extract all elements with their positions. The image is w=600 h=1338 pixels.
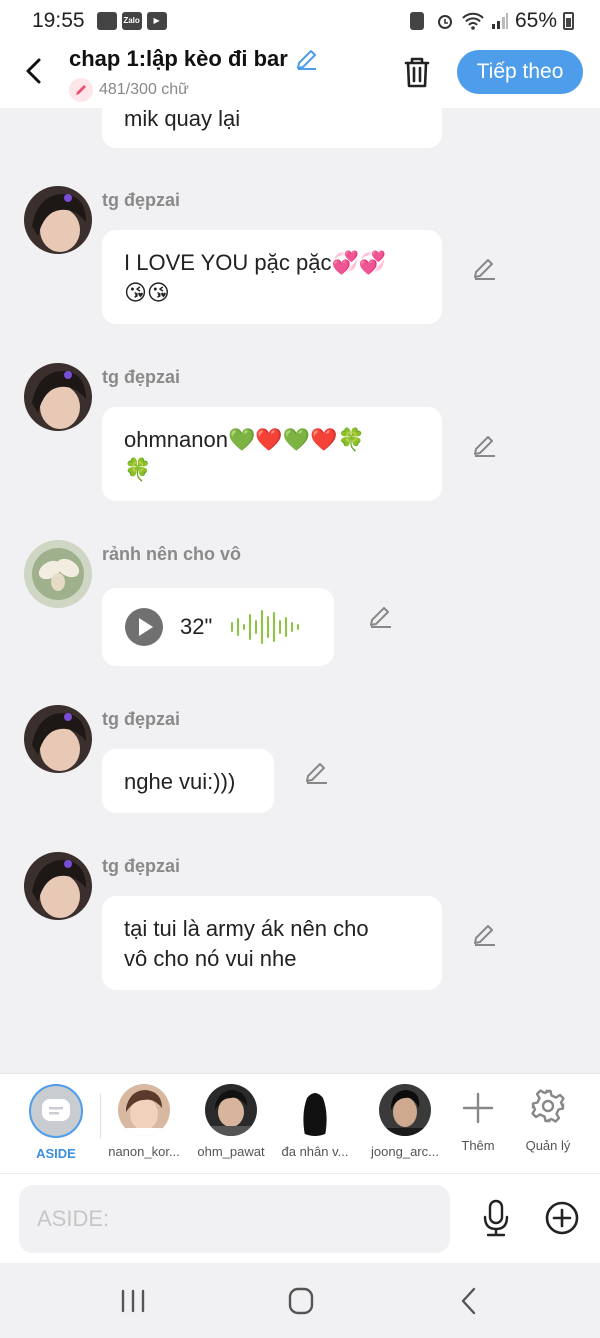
battery-icon bbox=[563, 12, 574, 30]
manage-label: Quản lý bbox=[525, 1138, 571, 1153]
character-label: ASIDE bbox=[36, 1146, 76, 1161]
back-icon[interactable] bbox=[450, 1285, 490, 1317]
audio-duration: 32" bbox=[180, 614, 213, 639]
avatar[interactable] bbox=[24, 186, 92, 254]
avatar[interactable] bbox=[24, 705, 92, 773]
add-circle-icon[interactable] bbox=[544, 1200, 580, 1236]
sender-name: tg đẹpzai bbox=[102, 190, 181, 210]
message-bubble[interactable]: tại tui là army ák nên cho vô cho nó vui… bbox=[102, 896, 442, 990]
character-da-nhan-vat[interactable]: đa nhân v... bbox=[270, 1084, 360, 1159]
avatar[interactable] bbox=[24, 540, 92, 608]
message-bubble[interactable]: nghe vui:))) bbox=[102, 749, 274, 813]
sender-name: rảnh nên cho vô bbox=[102, 544, 242, 564]
message-text: mik quay lại bbox=[124, 108, 241, 131]
input-bar bbox=[0, 1173, 600, 1263]
plus-icon bbox=[462, 1092, 494, 1124]
back-arrow-icon[interactable] bbox=[20, 54, 50, 88]
trash-icon[interactable] bbox=[400, 54, 434, 90]
edit-pencil-icon[interactable] bbox=[472, 433, 498, 459]
message-bubble[interactable]: mik quay lại bbox=[102, 108, 442, 148]
edit-pencil-icon[interactable] bbox=[368, 604, 394, 630]
system-nav-bar bbox=[0, 1263, 600, 1338]
wifi-icon bbox=[462, 12, 484, 30]
message-text: tại tui là army ák nên cho bbox=[124, 916, 369, 941]
character-bar: ASIDE nanon_kor... ohm_pawat đa nhân v..… bbox=[0, 1073, 600, 1173]
character-label: đa nhân v... bbox=[281, 1144, 349, 1159]
chat-area: mik quay lại tg đẹpzai I LOVE YOU pặc pặ… bbox=[0, 108, 600, 1073]
title-area[interactable]: chap 1:lập kèo đi bar 481/300 chữ bbox=[69, 46, 320, 102]
manage-button[interactable]: Quản lý bbox=[503, 1084, 593, 1153]
message-bubble[interactable]: ohmnanon💚❤️💚❤️🍀 🍀 bbox=[102, 407, 442, 501]
message-text: 😘😘 bbox=[124, 280, 170, 305]
word-count: 481/300 chữ bbox=[99, 81, 189, 98]
edit-pencil-icon[interactable] bbox=[472, 922, 498, 948]
gallery-icon bbox=[96, 12, 117, 30]
character-aside[interactable]: ASIDE bbox=[11, 1084, 101, 1161]
recents-icon[interactable] bbox=[113, 1285, 153, 1317]
zalo-icon: Zalo bbox=[121, 12, 142, 30]
message-text: 🍀 bbox=[124, 457, 152, 482]
character-ohm[interactable]: ohm_pawat bbox=[186, 1084, 276, 1159]
home-icon[interactable] bbox=[281, 1285, 321, 1317]
aside-input[interactable] bbox=[19, 1185, 450, 1253]
message-text: ohmnanon💚❤️💚❤️🍀 bbox=[124, 427, 365, 452]
edit-pencil-icon[interactable] bbox=[304, 760, 330, 786]
audio-message[interactable]: 32" bbox=[102, 588, 334, 666]
avatar bbox=[118, 1084, 170, 1136]
play-icon[interactable] bbox=[124, 607, 164, 647]
zalo-video-icon: ▶ bbox=[146, 12, 167, 30]
edit-pencil-icon[interactable] bbox=[472, 256, 498, 282]
page-title: chap 1:lập kèo đi bar bbox=[69, 46, 288, 71]
avatar[interactable] bbox=[24, 363, 92, 431]
character-label: ohm_pawat bbox=[197, 1144, 265, 1159]
character-label: nanon_kor... bbox=[108, 1144, 180, 1159]
pencil-icon bbox=[69, 78, 93, 102]
audio-waveform bbox=[231, 610, 299, 644]
header: chap 1:lập kèo đi bar 481/300 chữ Tiếp t… bbox=[0, 42, 600, 108]
gear-icon bbox=[531, 1089, 565, 1123]
next-button[interactable]: Tiếp theo bbox=[457, 50, 583, 94]
sender-name: tg đẹpzai bbox=[102, 709, 181, 729]
aside-avatar bbox=[29, 1084, 83, 1138]
lock-icon bbox=[409, 12, 424, 30]
microphone-icon[interactable] bbox=[480, 1198, 512, 1238]
avatar bbox=[379, 1084, 431, 1136]
status-bar: 19:55 Zalo ▶ 65% bbox=[0, 0, 600, 42]
message-text: I LOVE YOU pặc pặc💞💞 bbox=[124, 250, 387, 275]
edit-title-icon[interactable] bbox=[294, 46, 320, 72]
sender-name: tg đẹpzai bbox=[102, 856, 181, 876]
character-nanon[interactable]: nanon_kor... bbox=[99, 1084, 189, 1159]
battery-percent: 65% bbox=[514, 9, 557, 32]
sender-name: tg đẹpzai bbox=[102, 367, 181, 387]
alarm-icon bbox=[437, 15, 452, 29]
avatar bbox=[289, 1084, 341, 1136]
message-text: nghe vui:))) bbox=[124, 769, 236, 794]
clock: 19:55 bbox=[32, 9, 85, 32]
signal-icon bbox=[491, 13, 508, 29]
message-text: vô cho nó vui nhe bbox=[124, 946, 297, 971]
avatar[interactable] bbox=[24, 852, 92, 920]
message-bubble[interactable]: I LOVE YOU pặc pặc💞💞 😘😘 bbox=[102, 230, 442, 324]
avatar bbox=[205, 1084, 257, 1136]
